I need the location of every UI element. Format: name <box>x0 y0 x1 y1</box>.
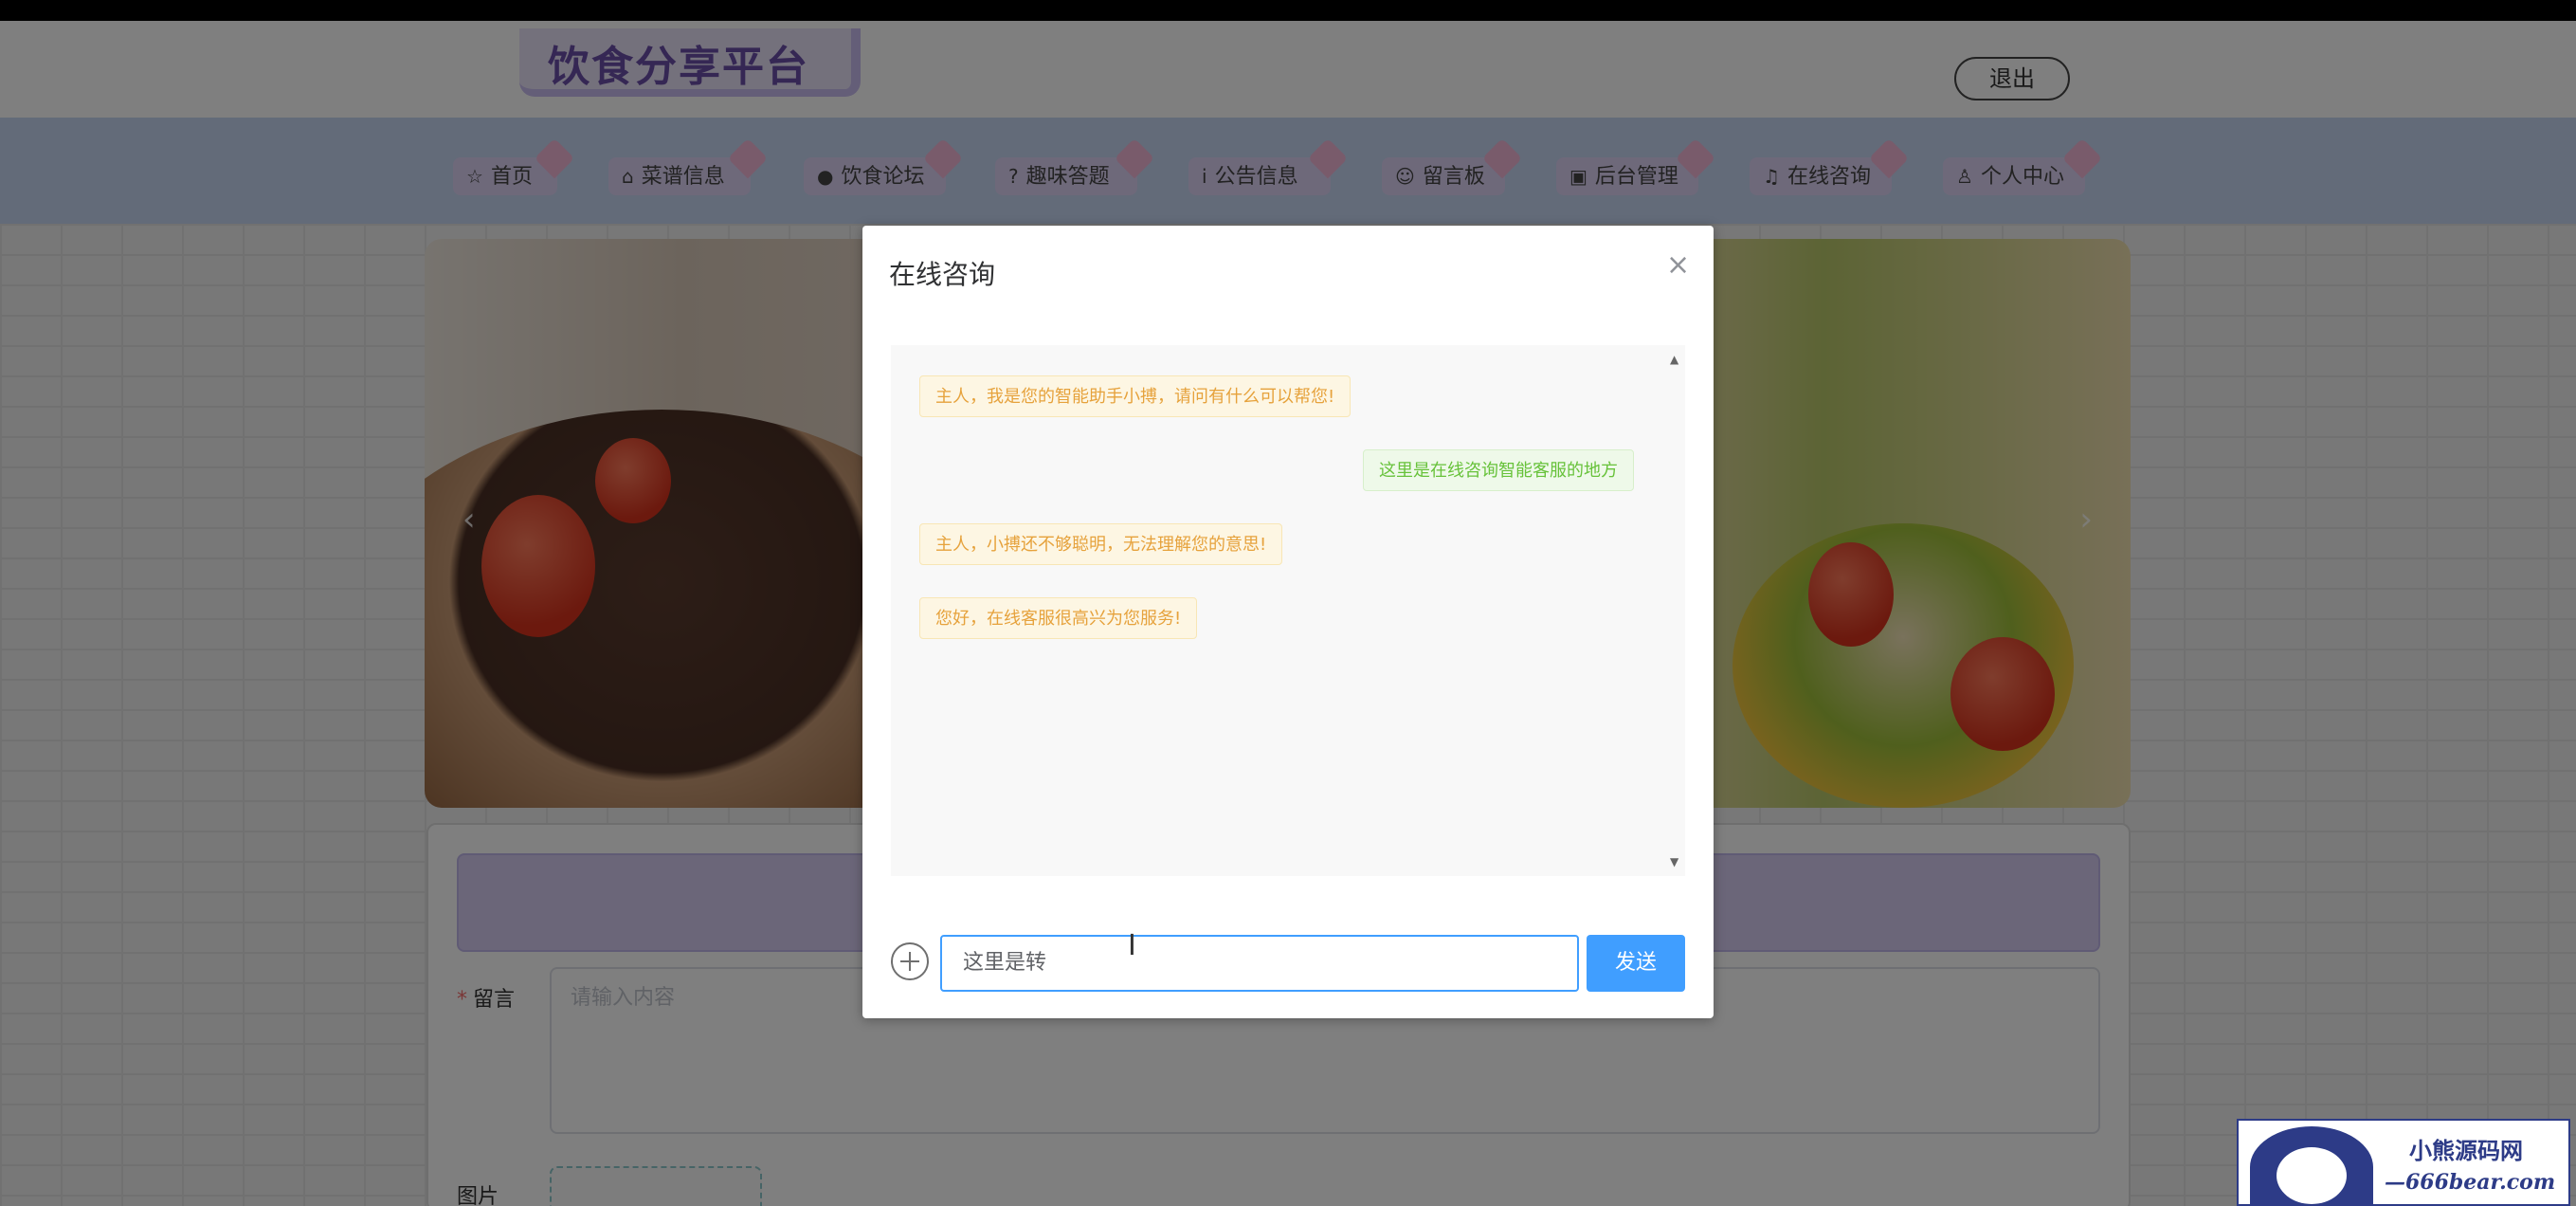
bear-logo-icon <box>2250 1126 2373 1206</box>
send-button[interactable]: 发送 <box>1587 935 1685 992</box>
top-black-bar <box>0 0 2576 21</box>
watermark-line1: 小熊源码网 <box>2409 1137 2523 1164</box>
close-icon[interactable]: × <box>1666 248 1690 282</box>
chat-message-bot: 主人，小搏还不够聪明，无法理解您的意思! <box>919 523 1283 565</box>
chat-history[interactable]: ▲ 主人，我是您的智能助手小搏，请问有什么可以帮您! 这里是在线咨询智能客服的地… <box>891 345 1685 876</box>
dialog-title: 在线咨询 <box>889 259 996 290</box>
online-consult-dialog: 在线咨询 × ▲ 主人，我是您的智能助手小搏，请问有什么可以帮您! 这里是在线咨… <box>862 226 1714 1018</box>
watermark: 小熊源码网 —666bear.com— <box>2237 1119 2570 1206</box>
chat-input[interactable]: 这里是转 <box>940 935 1579 992</box>
scroll-down-icon[interactable]: ▼ <box>1670 855 1678 868</box>
chat-message-bot: 您好，在线客服很高兴为您服务! <box>919 597 1198 639</box>
add-attachment-icon[interactable] <box>891 942 929 980</box>
watermark-line2: —666bear.com— <box>2385 1170 2556 1206</box>
scroll-up-icon[interactable]: ▲ <box>1670 353 1678 366</box>
text-cursor-icon: I <box>1128 929 1136 962</box>
bear-face-icon <box>2277 1147 2347 1204</box>
chat-message-user: 这里是在线咨询智能客服的地方 <box>1363 449 1634 491</box>
chat-message-bot: 主人，我是您的智能助手小搏，请问有什么可以帮您! <box>919 375 1351 417</box>
